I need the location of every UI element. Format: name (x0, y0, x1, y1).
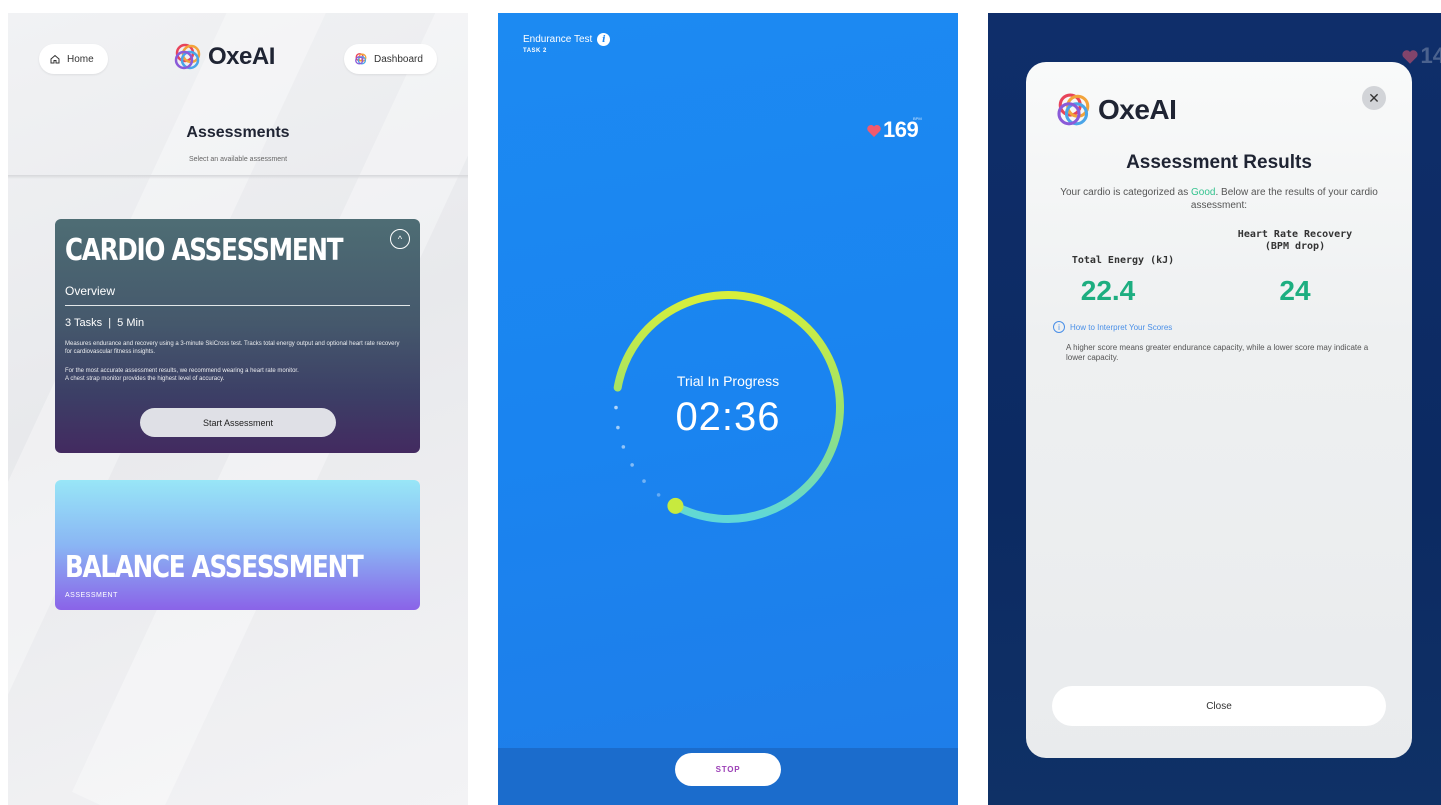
results-screen: 14 OxeAI ✕ Assessment Results Your cardi… (988, 13, 1441, 805)
oxeai-logo: OxeAI (172, 41, 275, 73)
chevron-up-icon: ^ (397, 234, 403, 244)
hr-recovery-label-line1: Heart Rate Recovery (1237, 229, 1353, 240)
close-button[interactable]: Close (1052, 686, 1386, 726)
cardio-assessment-card[interactable]: CARDIO ASSESSMENT ^ Overview 3 Tasks | 5… (55, 219, 420, 453)
brand-name: OxeAI (1098, 94, 1177, 125)
results-modal: OxeAI ✕ Assessment Results Your cardio i… (1026, 62, 1412, 758)
background-heart-rate: 14 (1420, 43, 1441, 68)
category-value: Good (1191, 187, 1216, 198)
brand-name: OxeAI (208, 43, 275, 70)
trial-status: Trial In Progress (676, 373, 780, 389)
start-assessment-button[interactable]: Start Assessment (140, 408, 336, 437)
remaining-dot (630, 463, 634, 467)
oxeai-logo-icon (355, 53, 367, 65)
home-icon (50, 54, 60, 64)
info-icon: i (1053, 321, 1065, 333)
home-label: Home (67, 53, 94, 65)
header-divider (8, 175, 468, 179)
remaining-dot (656, 493, 661, 497)
oxeai-logo-icon (1057, 93, 1090, 126)
info-icon[interactable]: i (597, 33, 611, 46)
oxeai-logo: OxeAI (1054, 90, 1177, 130)
hr-recovery-label: Heart Rate Recovery (BPM drop) (1222, 229, 1368, 253)
page-title: Assessments (186, 124, 290, 141)
heart-rate-value: 169 (883, 117, 919, 142)
interpret-text: A higher score means greater endurance c… (1066, 343, 1369, 362)
hr-recovery-value: 24 (1279, 275, 1311, 306)
overview-heading: Overview (65, 284, 116, 298)
remaining-dot (621, 445, 626, 449)
close-icon[interactable]: ✕ (1362, 86, 1386, 110)
heart-rate-recommendation: For the most accurate assessment results… (65, 368, 299, 374)
total-energy-label: Total Energy (kJ) (1071, 255, 1175, 266)
desc-suffix: . Below are the results of your cardio a… (1190, 187, 1378, 211)
cardio-card-title: CARDIO ASSESSMENT (65, 233, 344, 268)
results-title: Assessment Results (1126, 152, 1312, 173)
test-title-label: Endurance Test (523, 34, 593, 45)
timer: 02:36 (675, 395, 781, 439)
assessment-meta: 3 Tasks | 5 Min (65, 317, 145, 329)
assessment-description: Measures endurance and recovery using a … (65, 341, 400, 355)
test-title: Endurance Test i (523, 33, 611, 46)
stop-button[interactable]: STOP (675, 753, 781, 786)
collapse-button[interactable]: ^ (390, 229, 410, 249)
heart-icon (1402, 50, 1418, 64)
trial-screen: Endurance Test i TASK 2 BPM 169 Trial In… (498, 13, 958, 805)
assessments-screen: Home OxeAI Dashboard Assessments Select … (8, 13, 468, 805)
overview-divider (65, 305, 410, 306)
heart-icon (867, 125, 881, 137)
home-button[interactable]: Home (39, 44, 108, 74)
balance-card-subtitle: ASSESSMENT (65, 592, 118, 599)
results-description: Your cardio is categorized as Good. Belo… (1052, 186, 1386, 212)
remaining-dot (642, 479, 646, 483)
interpret-link-label: How to Interpret Your Scores (1070, 322, 1173, 332)
balance-card-title: BALANCE ASSESSMENT (65, 550, 364, 585)
desc-prefix: Your cardio is categorized as (1060, 187, 1192, 198)
interpret-scores-link[interactable]: i How to Interpret Your Scores (1053, 321, 1172, 333)
balance-assessment-card[interactable]: BALANCE ASSESSMENT ASSESSMENT (55, 480, 420, 610)
chest-strap-note: A chest strap monitor provides the highe… (65, 376, 225, 382)
dashboard-button[interactable]: Dashboard (344, 44, 437, 74)
page-subtitle: Select an available assessment (188, 156, 288, 163)
oxeai-logo-icon (174, 43, 201, 70)
dashboard-label: Dashboard (374, 53, 423, 65)
task-label: TASK 2 (523, 48, 547, 54)
progress-head (667, 497, 684, 514)
total-energy-value: 22.4 (1080, 275, 1136, 306)
hr-recovery-label-line2: (BPM drop) (1264, 241, 1326, 252)
